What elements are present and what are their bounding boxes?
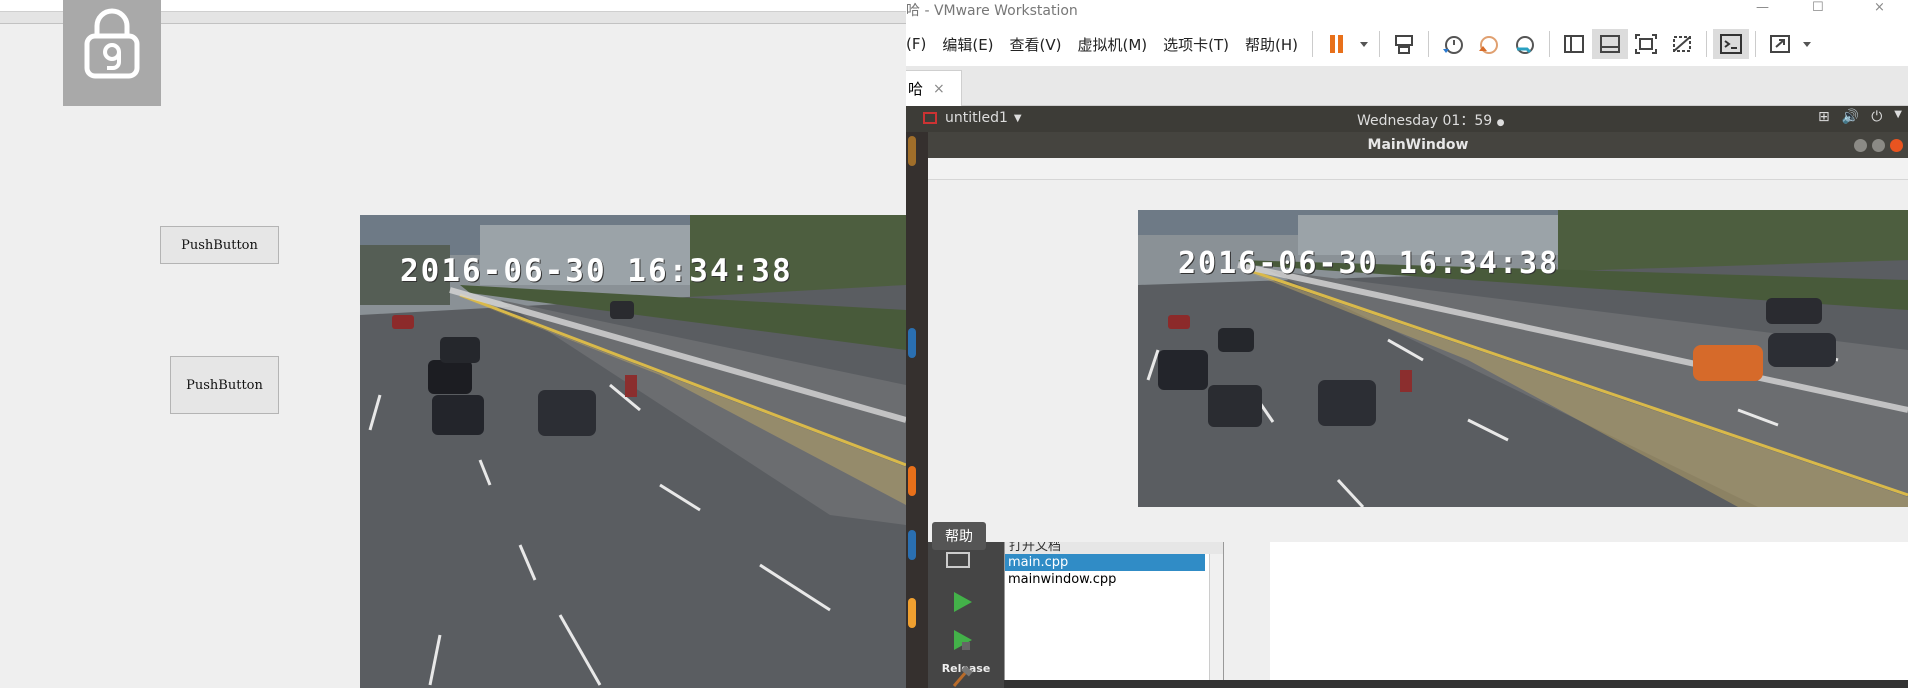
revert-snapshot-icon[interactable] [1471,29,1507,59]
video-frame-right: 2016-06-30 16:34:38 [1138,210,1908,507]
ubuntu-top-bar: untitled1 ▼ Wednesday 01：59 ● ⊞ 🔊 ⏻ ▼ [906,106,1908,132]
vm-tab[interactable]: 哈 × [906,70,962,106]
close-button[interactable]: × [1874,0,1885,15]
vmware-menu-toolbar: (F) 编辑(E) 查看(V) 虚拟机(M) 选项卡(T) 帮助(H) [906,22,1908,66]
creator-status-bar [1004,680,1908,688]
open-documents-header: 打开文档 [1005,542,1223,554]
clock[interactable]: Wednesday 01：59 ● [1357,110,1504,130]
volume-icon: 🔊 [1841,109,1860,125]
stretch-chevron-icon[interactable] [1798,29,1816,59]
vmware-title-bar: 哈 - VMware Workstation — ☐ × [906,0,1908,22]
power-icon: ⏻ [1871,109,1883,125]
menu-vm[interactable]: 虚拟机(M) [1070,34,1156,55]
full-screen-icon[interactable] [1628,29,1664,59]
push-button-1[interactable]: PushButton [160,226,279,264]
menu-edit[interactable]: 编辑(E) [934,34,1001,55]
push-button-2[interactable]: PushButton [170,356,279,414]
vm-tab-bar: 哈 × [906,66,1908,106]
video-timestamp: 2016-06-30 16:34:38 [400,253,793,289]
menu-tabs[interactable]: 选项卡(T) [1155,34,1237,55]
dock-item[interactable] [908,328,916,358]
app-name: untitled1 [945,110,1008,126]
vmware-title-text: 哈 - VMware Workstation [906,3,1078,19]
menu-view[interactable]: 查看(V) [1002,34,1070,55]
sidebar-toggle-icon[interactable] [1556,29,1592,59]
monitor-icon[interactable] [946,552,970,568]
system-tray[interactable]: ⊞ 🔊 ⏻ ▼ [1818,109,1902,125]
network-icon: ⊞ [1818,109,1830,125]
menu-file[interactable]: (F) [906,35,934,53]
minimize-button[interactable] [1854,139,1867,152]
scrollbar[interactable] [1209,554,1223,688]
thumbnail-bar-icon[interactable] [1592,29,1629,59]
chevron-down-icon: ▼ [1894,109,1902,120]
video-timestamp: 2016-06-30 16:34:38 [1178,246,1560,281]
video-frame-left: 2016-06-30 16:34:38 [360,215,906,688]
chevron-down-icon: ▼ [1013,112,1022,124]
mainwindow-title-bar: MainWindow [928,132,1908,158]
pause-icon[interactable] [1319,29,1355,59]
dock-item[interactable] [908,598,916,628]
menu-help[interactable]: 帮助(H) [1237,34,1306,55]
lock-icon-tile[interactable] [63,0,161,106]
debug-run-icon[interactable] [950,628,974,652]
tab-close-icon[interactable]: × [933,81,945,97]
dock-item[interactable] [908,466,916,496]
snapshot-icon[interactable] [1435,29,1471,59]
app-menu[interactable]: untitled1 ▼ [923,110,1022,126]
list-item[interactable]: mainwindow.cpp [1005,571,1205,588]
dock-item[interactable] [908,530,916,560]
open-documents-panel: 打开文档 main.cpp mainwindow.cpp [1004,542,1224,688]
ubuntu-dock [906,132,928,688]
unity-icon[interactable] [1664,29,1700,59]
maximize-button[interactable] [1872,139,1885,152]
close-button[interactable] [1890,139,1903,152]
help-tooltip: 帮助 [932,522,986,550]
padlock-icon [84,8,140,79]
stretch-icon[interactable] [1762,29,1798,59]
vm-tab-label: 哈 [908,80,924,98]
qt-creator-panel: Release 帮助 打开文档 main.cpp mainwindow.cpp [928,522,1908,688]
run-icon[interactable] [950,590,974,614]
app-icon [923,112,937,124]
list-item[interactable]: main.cpp [1005,554,1205,571]
snapshot-manager-icon[interactable] [1507,29,1543,59]
maximize-button[interactable]: ☐ [1812,0,1824,15]
dock-item[interactable] [908,136,916,166]
console-icon[interactable] [1713,29,1750,59]
mainwindow-title: MainWindow [1367,137,1469,153]
mainwindow-menubar [928,158,1908,180]
build-hammer-icon[interactable] [950,666,974,688]
minimize-button[interactable]: — [1756,0,1769,15]
chevron-down-icon[interactable] [1355,29,1373,59]
send-keys-icon[interactable] [1386,29,1422,59]
